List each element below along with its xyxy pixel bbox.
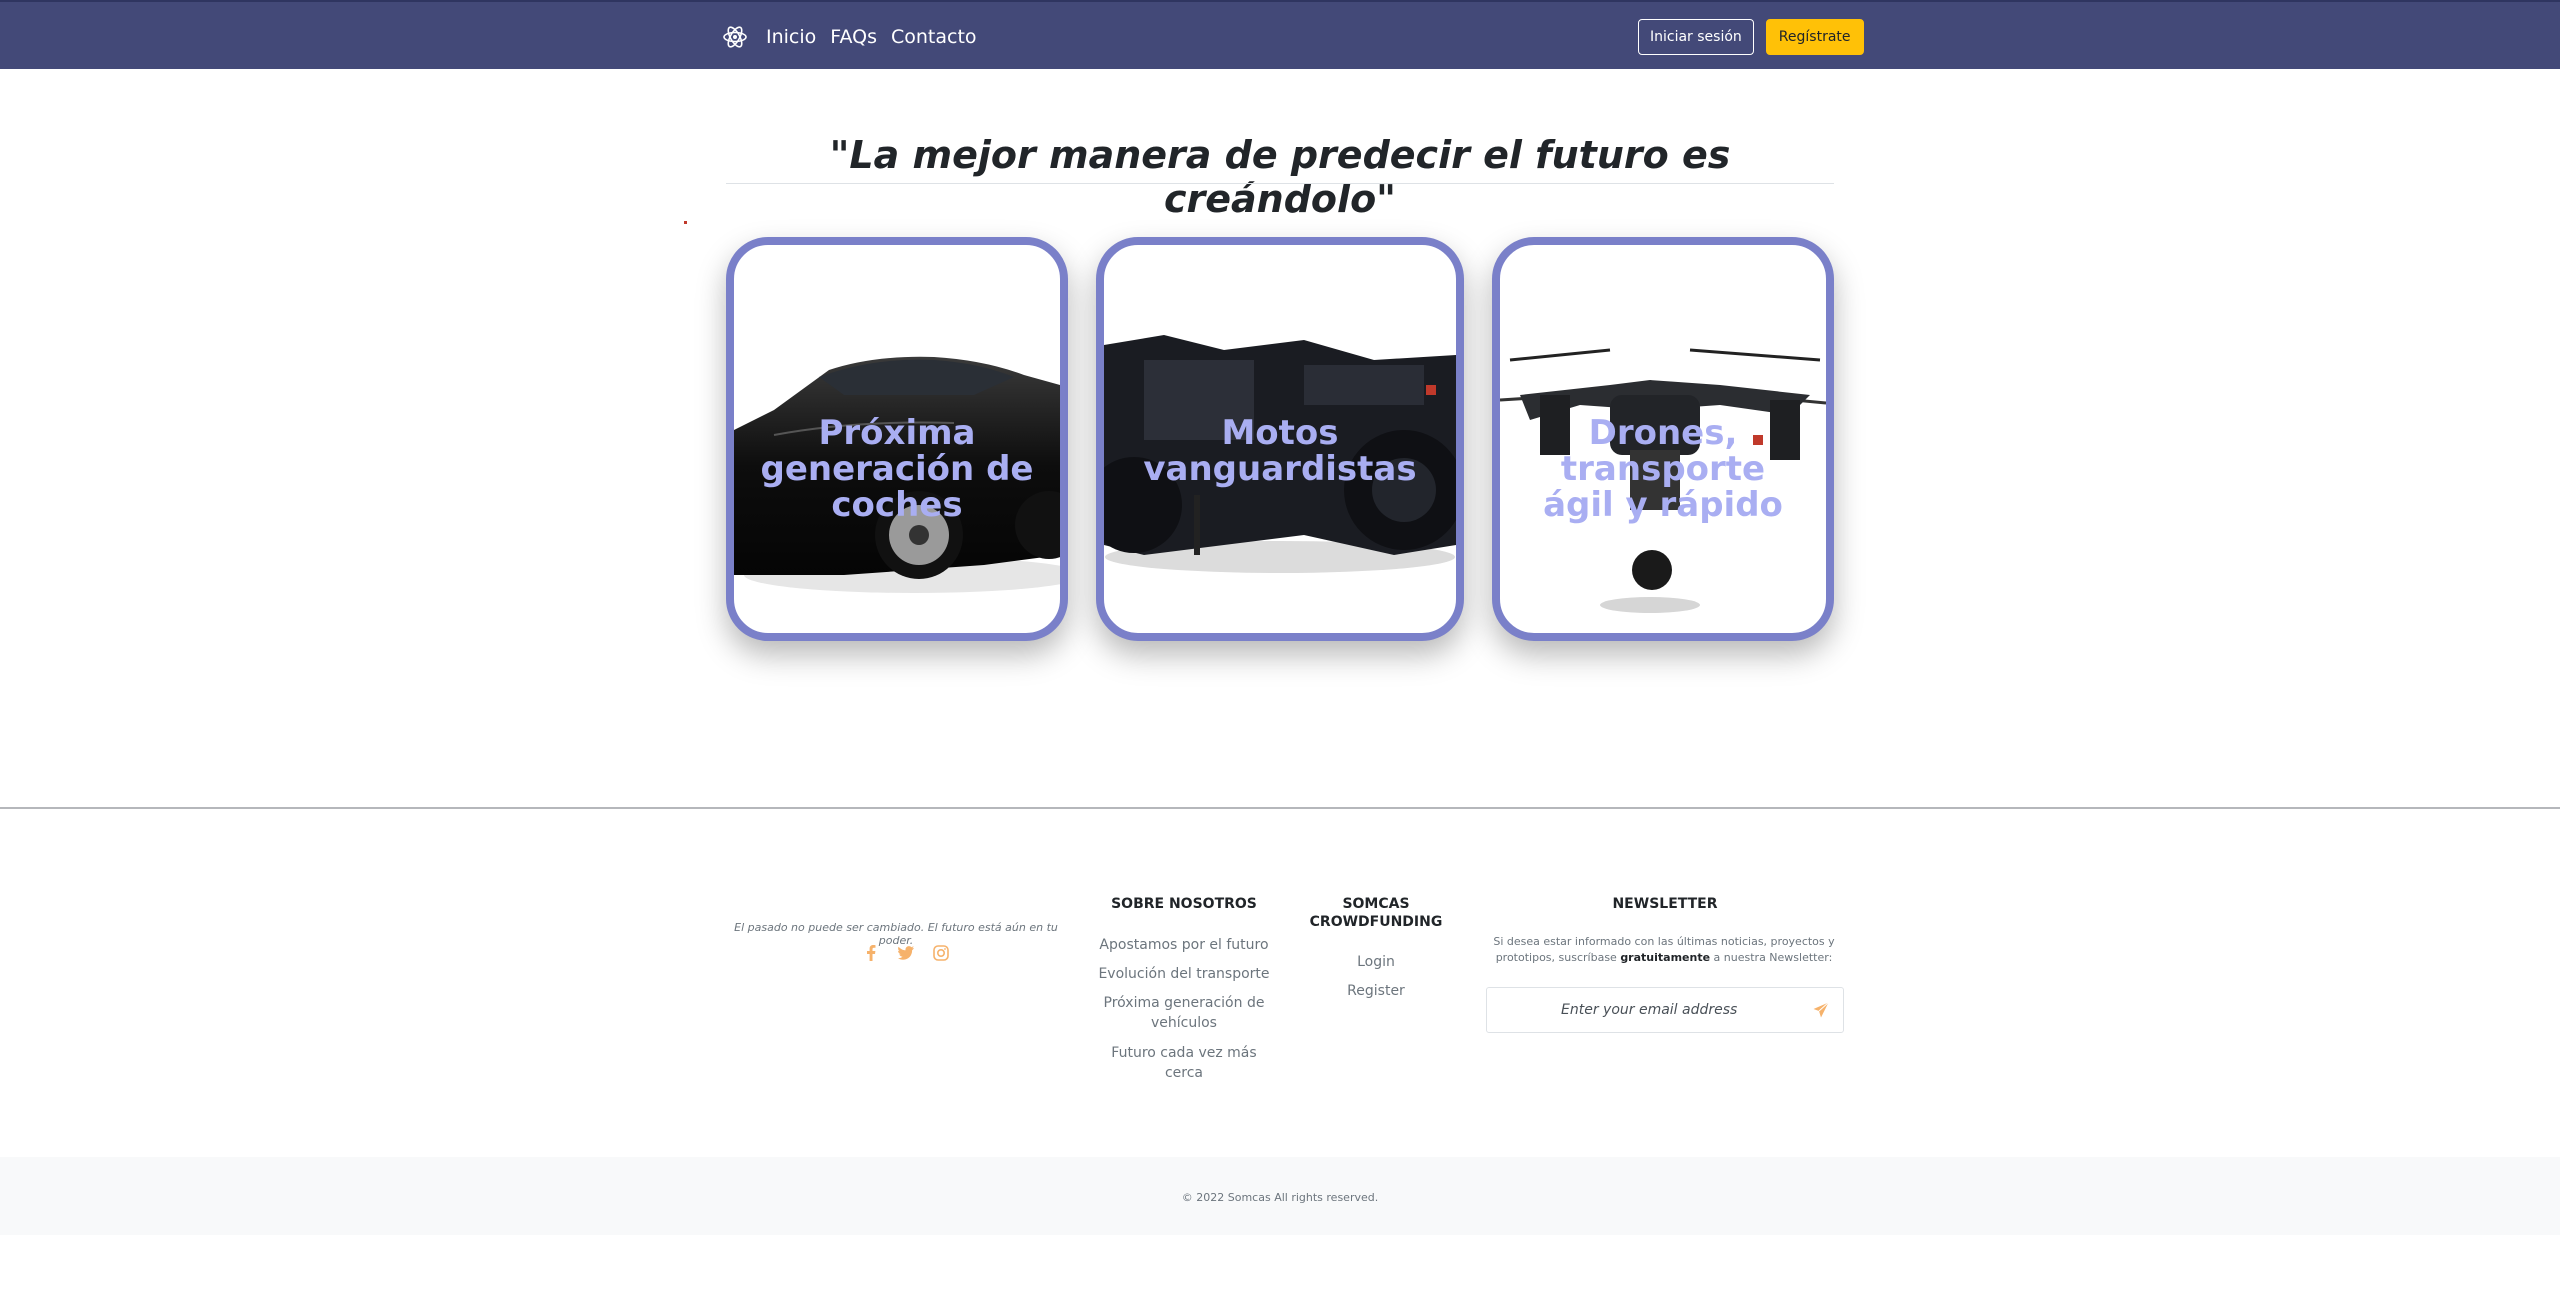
navbar: Inicio FAQs Contacto Iniciar sesión Regí… (0, 0, 2560, 69)
facebook-icon[interactable] (862, 944, 880, 962)
newsletter-form (1486, 987, 1844, 1033)
hero-quote: "La mejor manera de predecir el futuro e… (829, 133, 1731, 221)
twitter-icon[interactable] (897, 944, 915, 962)
newsletter-description: Si desea estar informado con las últimas… (1493, 935, 1835, 964)
card-title: Próxima generación de coches (760, 413, 1034, 525)
about-link[interactable]: Futuro cada vez más cerca (1098, 1043, 1270, 1083)
register-button[interactable]: Regístrate (1765, 19, 1864, 55)
card-title: Motos vanguardistas (1143, 413, 1417, 489)
nav-link-contacto[interactable]: Contacto (891, 26, 977, 48)
send-icon[interactable] (1811, 1000, 1831, 1020)
nav-link-faqs[interactable]: FAQs (830, 26, 877, 48)
about-link[interactable]: Apostamos por el futuro (1098, 935, 1270, 955)
quote-divider (726, 183, 1834, 184)
about-link[interactable]: Próxima generación de vehículos (1098, 993, 1270, 1033)
social-links (862, 944, 950, 962)
about-link[interactable]: Evolución del transporte (1098, 964, 1270, 984)
nav-link-inicio[interactable]: Inicio (766, 26, 816, 48)
nav-actions: Iniciar sesión Regístrate (1638, 19, 1864, 55)
login-button[interactable]: Iniciar sesión (1638, 19, 1754, 55)
card-title: Drones, transporte ágil y rápido (1543, 413, 1783, 525)
about-title: SOBRE NOSOTROS (1111, 896, 1257, 912)
instagram-icon[interactable] (932, 944, 950, 962)
newsletter-email-input[interactable] (1561, 1002, 1811, 1018)
nav-left: Inicio FAQs Contacto (722, 2, 991, 71)
atom-logo-icon[interactable] (722, 24, 748, 50)
card-drones[interactable]: Drones, transporte ágil y rápido (1492, 237, 1834, 641)
register-link[interactable]: Register (1306, 981, 1446, 1001)
footer-divider (0, 807, 2560, 809)
login-link[interactable]: Login (1306, 952, 1446, 972)
newsletter-title: NEWSLETTER (1612, 896, 1718, 912)
decorative-dot (684, 221, 687, 224)
card-cars[interactable]: Próxima generación de coches (726, 237, 1068, 641)
crowdfunding-title: SOMCAS CROWDFUNDING (1309, 896, 1443, 930)
copyright-text: © 2022 Somcas All rights reserved. (1181, 1191, 1379, 1204)
card-motorcycles[interactable]: Motos vanguardistas (1096, 237, 1464, 641)
